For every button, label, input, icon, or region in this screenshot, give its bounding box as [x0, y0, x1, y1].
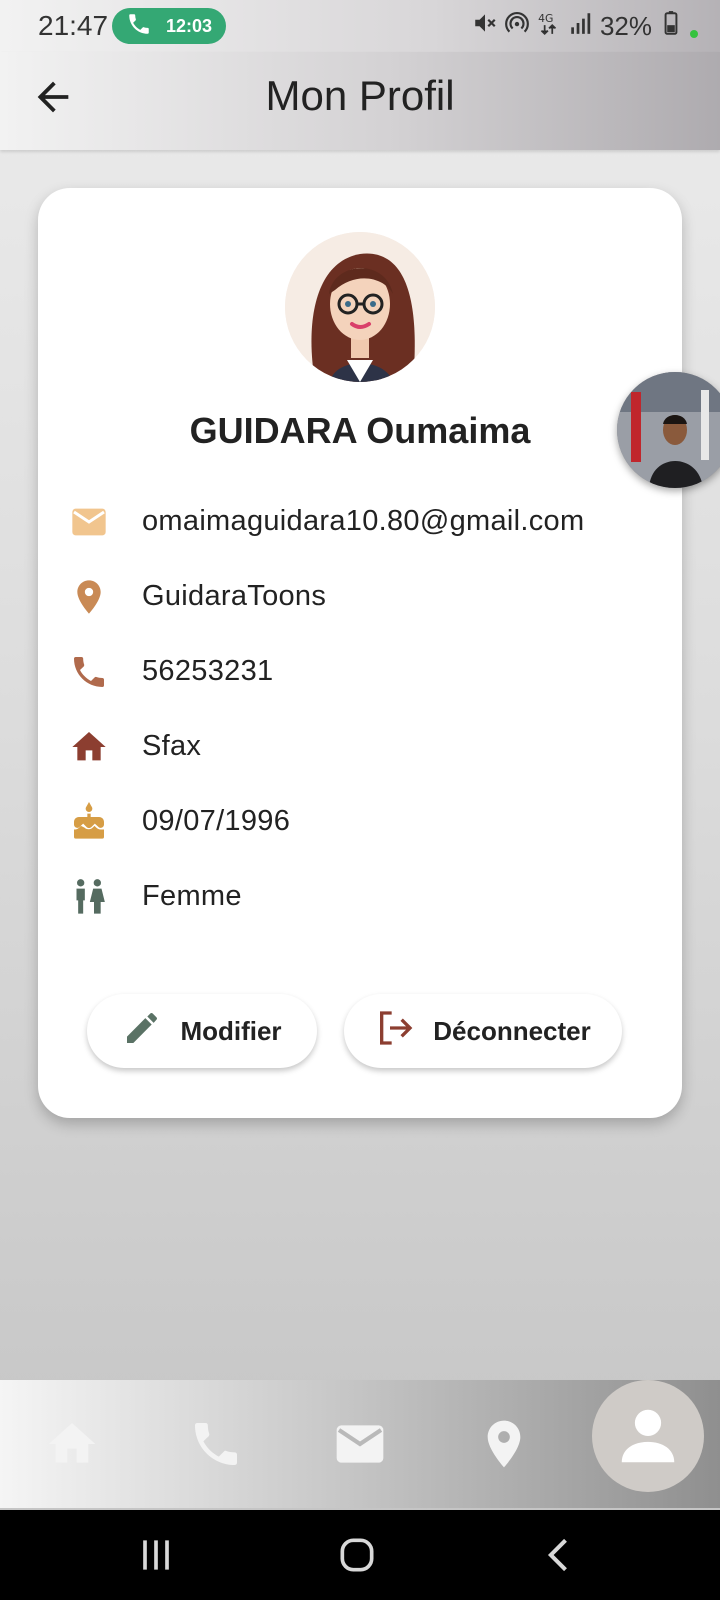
logout-icon: [375, 1008, 415, 1055]
edit-pencil-icon: [122, 1008, 162, 1055]
email-value: omaimaguidara10.80@gmail.com: [142, 505, 585, 537]
back-system-button[interactable]: [530, 1530, 590, 1580]
info-row-email: omaimaguidara10.80@gmail.com: [68, 484, 668, 559]
recents-icon: [143, 1540, 169, 1570]
home-circle-icon: [340, 1538, 374, 1572]
profile-info-list: omaimaguidara10.80@gmail.com GuidaraToon…: [68, 484, 668, 934]
logout-button-label: Déconnecter: [433, 1015, 591, 1046]
privacy-indicator-dot: [690, 30, 698, 38]
cake-icon: [68, 801, 110, 843]
location-value: GuidaraToons: [142, 580, 327, 612]
birthdate-value: 09/07/1996: [142, 805, 291, 837]
recent-apps-button[interactable]: [126, 1530, 186, 1580]
info-row-gender: Femme: [68, 859, 668, 934]
gender-icon: [68, 876, 110, 918]
avatar[interactable]: [285, 232, 435, 382]
system-navigation-bar: [0, 1510, 720, 1600]
svg-text:4G: 4G: [538, 11, 553, 24]
location-pin-icon: [487, 1420, 521, 1468]
nav-email[interactable]: [320, 1404, 400, 1484]
phone-icon: [195, 1423, 237, 1465]
battery-icon: [658, 10, 684, 43]
profile-name: GUIDARA Oumaima: [189, 410, 531, 451]
network-4g-icon: 4G: [536, 10, 562, 43]
avatar-illustration: [285, 232, 435, 382]
status-icons: 4G 32%: [472, 10, 698, 42]
app-bar: Mon Profil: [0, 52, 720, 150]
info-row-phone: 56253231: [68, 634, 668, 709]
home-icon: [48, 1423, 96, 1463]
edit-profile-button[interactable]: Modifier: [87, 994, 317, 1068]
email-icon: [336, 1425, 384, 1463]
home-system-button[interactable]: [327, 1530, 387, 1580]
nav-home[interactable]: [32, 1404, 112, 1484]
info-row-location: GuidaraToons: [68, 559, 668, 634]
info-row-city: Sfax: [68, 709, 668, 784]
city-value: Sfax: [142, 730, 202, 762]
bottom-navigation: [0, 1380, 720, 1508]
mute-icon: [472, 10, 498, 43]
status-time: 21:47: [38, 10, 109, 41]
chevron-left-icon: [547, 1538, 567, 1572]
email-icon: [68, 501, 110, 543]
nav-phone[interactable]: [176, 1404, 256, 1484]
page-title: Mon Profil: [265, 72, 455, 119]
person-icon: [621, 1409, 675, 1463]
call-icon: [126, 11, 152, 42]
logout-button[interactable]: Déconnecter: [344, 994, 622, 1068]
phone-value: 56253231: [142, 655, 274, 687]
nav-location[interactable]: [464, 1404, 544, 1484]
profile-card: GUIDARA Oumaima omaimaguidara10.80@gmail…: [38, 188, 682, 1118]
location-pin-icon: [68, 576, 110, 618]
battery-percentage: 32%: [599, 10, 652, 41]
phone-icon: [68, 651, 110, 693]
signal-icon: [568, 10, 594, 43]
gender-value: Femme: [142, 880, 242, 912]
nav-profile-active[interactable]: [592, 1380, 704, 1492]
edit-button-label: Modifier: [180, 1015, 282, 1046]
home-icon: [68, 726, 110, 768]
info-row-birthdate: 09/07/1996: [68, 784, 668, 859]
ongoing-call-pill[interactable]: 12:03: [112, 8, 226, 44]
hotspot-icon: [504, 10, 530, 43]
call-duration: 12:03: [165, 15, 213, 36]
status-bar: 21:47 12:03 4G 32%: [0, 0, 720, 52]
